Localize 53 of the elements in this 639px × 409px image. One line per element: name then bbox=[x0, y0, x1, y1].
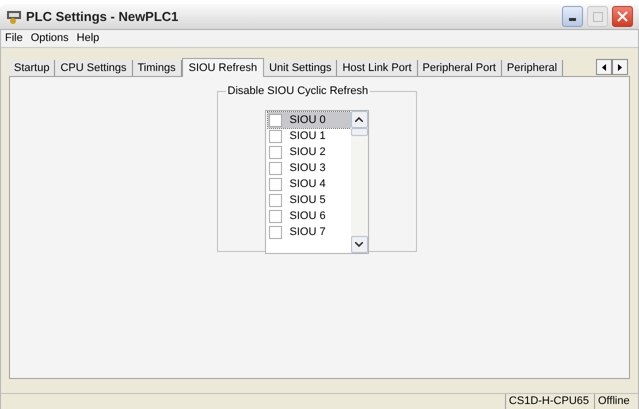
tab[interactable]: Timings bbox=[132, 60, 182, 76]
list-item[interactable]: SIOU 4 bbox=[268, 176, 350, 192]
scroll-up-button[interactable] bbox=[350, 111, 368, 128]
item-label: SIOU 7 bbox=[290, 224, 326, 240]
tab[interactable]: CPU Settings bbox=[55, 60, 132, 76]
list-item[interactable]: SIOU 7 bbox=[268, 224, 350, 240]
status-pane: CS1D-H-CPU65 bbox=[504, 394, 592, 409]
item-label: SIOU 5 bbox=[290, 192, 326, 208]
checkbox[interactable] bbox=[268, 114, 282, 126]
menu-item[interactable]: File bbox=[5, 30, 23, 47]
item-label: SIOU 4 bbox=[290, 176, 326, 192]
list-item[interactable]: SIOU 0 bbox=[268, 112, 350, 128]
left-arrow-icon bbox=[602, 64, 606, 70]
checkbox[interactable] bbox=[268, 130, 282, 142]
list-item[interactable]: SIOU 6 bbox=[268, 208, 350, 224]
scrollbar[interactable] bbox=[350, 111, 368, 253]
status-pane: Offline bbox=[594, 394, 636, 409]
group-title: Disable SIOU Cyclic Refresh bbox=[226, 84, 370, 98]
list-item[interactable]: SIOU 1 bbox=[268, 128, 350, 144]
close-icon bbox=[617, 11, 628, 22]
item-label: SIOU 6 bbox=[290, 208, 326, 224]
item-label: SIOU 3 bbox=[290, 160, 326, 176]
checkbox[interactable] bbox=[268, 226, 282, 238]
scroll-thumb[interactable] bbox=[350, 128, 368, 136]
right-arrow-icon bbox=[618, 64, 622, 70]
item-label: SIOU 1 bbox=[290, 128, 326, 144]
item-label: SIOU 0 bbox=[290, 112, 326, 128]
tab[interactable]: Peripheral bbox=[502, 60, 564, 76]
maximize-icon bbox=[592, 12, 602, 22]
minimize-icon bbox=[569, 18, 576, 21]
tab[interactable]: Startup bbox=[9, 60, 56, 76]
checkbox[interactable] bbox=[268, 178, 282, 190]
list-item[interactable]: SIOU 5 bbox=[268, 192, 350, 208]
close-button[interactable] bbox=[612, 6, 633, 27]
checkbox[interactable] bbox=[268, 146, 282, 158]
checkbox[interactable] bbox=[268, 162, 282, 174]
menu-item[interactable]: Options bbox=[30, 30, 69, 47]
minimize-button[interactable] bbox=[562, 6, 583, 27]
menu-item[interactable]: Help bbox=[76, 30, 100, 47]
plc-app-icon bbox=[6, 10, 22, 24]
tab[interactable]: Peripheral Port bbox=[418, 60, 502, 76]
window-title: PLC Settings - NewPLC1 bbox=[26, 8, 180, 26]
list-item[interactable]: SIOU 2 bbox=[268, 144, 350, 160]
tab[interactable]: SIOU Refresh bbox=[182, 58, 264, 77]
scroll-left-button[interactable] bbox=[596, 59, 612, 75]
scroll-down-button[interactable] bbox=[350, 236, 368, 253]
checkbox[interactable] bbox=[268, 210, 282, 222]
scroll-right-button[interactable] bbox=[612, 59, 628, 75]
item-label: SIOU 2 bbox=[290, 144, 326, 160]
checkbox[interactable] bbox=[268, 194, 282, 206]
tab[interactable]: Host Link Port bbox=[337, 60, 418, 76]
tab[interactable]: Unit Settings bbox=[264, 60, 338, 76]
list-item[interactable]: SIOU 3 bbox=[268, 160, 350, 176]
